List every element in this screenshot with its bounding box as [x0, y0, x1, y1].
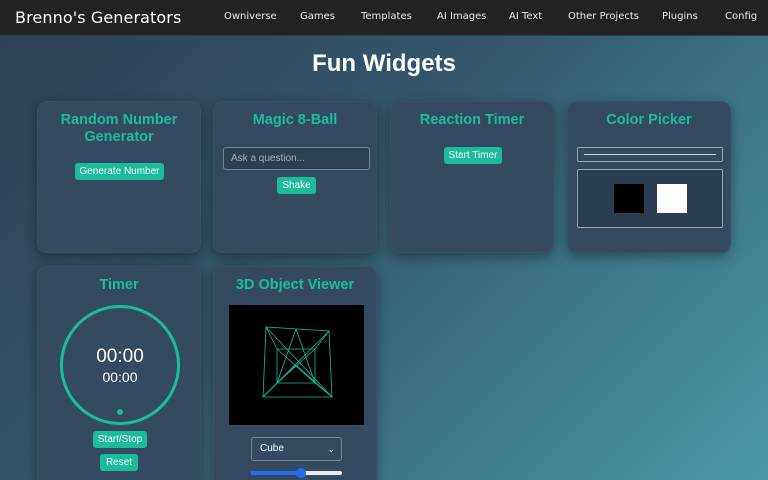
magic-8-ball-title: Magic 8-Ball — [252, 112, 338, 128]
3d-viewer-card: 3D Object Viewer Cube ⌄ — [213, 266, 377, 480]
color-swatch-white[interactable] — [657, 184, 687, 213]
wireframe-object — [262, 326, 333, 398]
timer-ring: 00:00 00:00 — [60, 305, 180, 425]
nav-link-other-projects[interactable]: Other Projects — [568, 11, 639, 22]
timer-progress-dot — [117, 409, 123, 415]
wireframe-edge — [265, 326, 278, 350]
magic-8-ball-card: Magic 8-Ball Shake — [213, 101, 377, 253]
wireframe-edge — [314, 330, 330, 350]
3d-viewer-title: 3D Object Viewer — [235, 277, 355, 293]
timer-display-main: 00:00 — [96, 346, 144, 367]
random-number-card: Random Number Generator Generate Number — [37, 101, 201, 253]
brand-link[interactable]: Brenno's Generators — [15, 8, 181, 27]
color-input[interactable] — [577, 147, 723, 162]
zoom-slider[interactable] — [251, 467, 342, 479]
timer-title: Timer — [99, 277, 139, 293]
shape-select-value: Cube — [260, 443, 284, 454]
nav-link-owniverse[interactable]: Owniverse — [224, 11, 277, 22]
question-input[interactable] — [223, 147, 370, 170]
random-number-title: Random Number Generator — [60, 112, 178, 145]
wireframe-svg — [262, 326, 333, 398]
wireframe-edge — [262, 364, 297, 398]
start-stop-button[interactable]: Start/Stop — [93, 431, 147, 448]
reaction-timer-card: Reaction Timer Start Timer — [390, 101, 554, 253]
color-picker-title: Color Picker — [606, 112, 692, 128]
reset-button[interactable]: Reset — [100, 454, 138, 471]
nav-link-games[interactable]: Games — [300, 11, 335, 22]
nav-link-config[interactable]: Config — [725, 11, 757, 22]
generate-number-button[interactable]: Generate Number — [75, 163, 164, 180]
page-title: Fun Widgets — [312, 50, 456, 77]
nav-link-ai-text[interactable]: AI Text — [509, 11, 542, 22]
timer-display-sub: 00:00 — [102, 369, 138, 385]
zoom-slider-fill — [251, 471, 301, 475]
shape-select[interactable]: Cube ⌄ — [251, 437, 342, 461]
top-navbar: Brenno's Generators Owniverse Games Temp… — [0, 0, 768, 36]
nav-link-ai-images[interactable]: AI Images — [437, 11, 487, 22]
shake-button[interactable]: Shake — [277, 177, 316, 194]
reaction-timer-title: Reaction Timer — [419, 112, 525, 128]
nav-link-plugins[interactable]: Plugins — [662, 11, 698, 22]
color-swatch-black[interactable] — [614, 184, 644, 213]
color-picker-card: Color Picker — [567, 101, 731, 253]
timer-card: Timer 00:00 00:00 Start/Stop Reset — [37, 266, 201, 480]
zoom-slider-thumb[interactable] — [296, 468, 306, 478]
3d-canvas[interactable] — [229, 305, 364, 425]
start-timer-button[interactable]: Start Timer — [444, 147, 502, 164]
color-preview-box — [577, 169, 723, 228]
color-input-bar — [584, 154, 716, 155]
nav-link-templates[interactable]: Templates — [361, 11, 412, 22]
wireframe-edge — [295, 364, 333, 398]
chevron-down-icon: ⌄ — [327, 444, 335, 454]
